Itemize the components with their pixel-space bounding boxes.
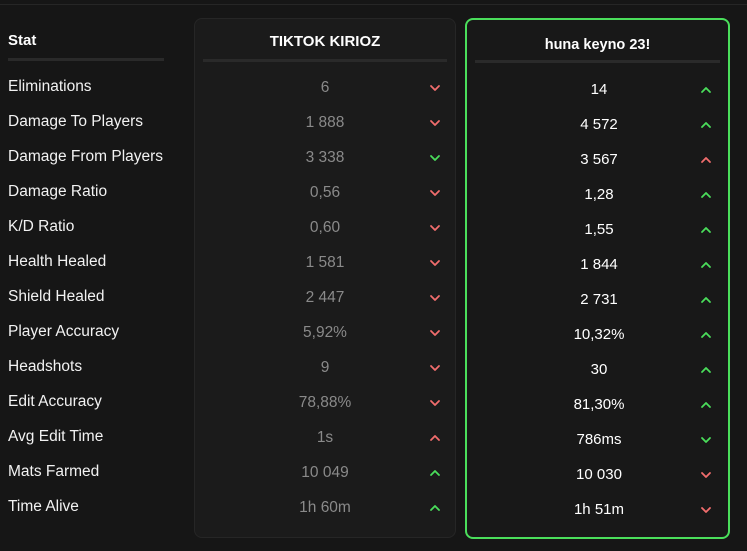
stat-value: 1h 51m	[573, 501, 625, 518]
chevron-down-icon	[700, 469, 712, 481]
stat-row: 81,30%	[467, 395, 729, 415]
chevron-up-icon	[700, 224, 712, 236]
stat-value: 0,56	[309, 184, 341, 201]
chevron-up-icon	[700, 294, 712, 306]
stat-label: Avg Edit Time	[8, 428, 104, 445]
chevron-down-icon	[429, 222, 441, 234]
stat-row: 2 447	[195, 288, 457, 308]
stat-value: 2 447	[305, 289, 345, 306]
player-panel-tiktok-kirioz: TIKTOK KIRIOZ 6 1 888 3 338 0,56 0,60 1 581 2 …	[194, 18, 456, 538]
chevron-down-icon	[429, 292, 441, 304]
stat-row: 6	[195, 78, 457, 98]
stat-label: Shield Healed	[8, 288, 105, 305]
stat-row: 14	[467, 80, 729, 100]
stat-label: Health Healed	[8, 253, 107, 270]
stat-row: 3 567	[467, 150, 729, 170]
chevron-up-icon	[700, 84, 712, 96]
chevron-up-icon	[700, 259, 712, 271]
stat-label: Time Alive	[8, 498, 79, 515]
stat-value: 1 581	[305, 254, 345, 271]
stat-value: 0,60	[309, 219, 341, 236]
stat-column-header: Stat	[8, 18, 164, 61]
stat-value: 1 888	[305, 114, 345, 131]
chevron-down-icon	[429, 327, 441, 339]
stat-row: 1 888	[195, 113, 457, 133]
stat-label: K/D Ratio	[8, 218, 75, 235]
player-panel-huna-keyno: huna keyno 23! 14 4 572 3 567 1,28 1,55 1 844…	[465, 18, 730, 539]
player-name-header: TIKTOK KIRIOZ	[203, 19, 447, 62]
stat-label: Mats Farmed	[8, 463, 100, 480]
stat-row: 4 572	[467, 115, 729, 135]
stat-value: 3 567	[580, 151, 618, 168]
stat-row: 1 581	[195, 253, 457, 273]
stat-value: 30	[590, 361, 608, 378]
stat-label: Player Accuracy	[8, 323, 120, 340]
stat-row: 1 844	[467, 255, 729, 275]
chevron-up-icon	[700, 189, 712, 201]
chevron-up-icon	[700, 364, 712, 376]
stat-row: 0,60	[195, 218, 457, 238]
chevron-up-icon	[429, 432, 441, 444]
stat-row: 786ms	[467, 430, 729, 450]
stat-value: 4 572	[580, 116, 618, 133]
stat-value: 10 049	[301, 464, 349, 481]
chevron-down-icon	[700, 434, 712, 446]
stat-value: 78,88%	[298, 394, 352, 411]
stat-row: 0,56	[195, 183, 457, 203]
chevron-down-icon	[700, 504, 712, 516]
chevron-down-icon	[429, 257, 441, 269]
stat-value: 5,92%	[303, 324, 347, 341]
stat-label: Damage To Players	[8, 113, 143, 130]
chevron-up-icon	[429, 502, 441, 514]
stat-label: Eliminations	[8, 78, 92, 95]
stat-label: Edit Accuracy	[8, 393, 102, 410]
stat-row: 5,92%	[195, 323, 457, 343]
stat-value: 1s	[316, 429, 334, 446]
stat-label: Headshots	[8, 358, 83, 375]
stat-row: 10 030	[467, 465, 729, 485]
stat-value: 1h 60m	[299, 499, 351, 516]
stat-row: 1,55	[467, 220, 729, 240]
stat-row: 3 338	[195, 148, 457, 168]
stat-value: 6	[320, 79, 330, 96]
chevron-up-icon	[429, 467, 441, 479]
stat-row: 1h 51m	[467, 500, 729, 520]
stat-value: 10,32%	[573, 326, 625, 343]
stat-value: 9	[320, 359, 330, 376]
chevron-down-icon	[429, 187, 441, 199]
stat-label-column: Stat Eliminations Damage To Players Damage…	[8, 18, 164, 515]
stat-value: 81,30%	[573, 396, 625, 413]
chevron-down-icon	[429, 397, 441, 409]
stat-row: 10,32%	[467, 325, 729, 345]
stat-label: Damage From Players	[8, 148, 164, 165]
player-name-header: huna keyno 23!	[475, 20, 720, 63]
stat-row: 10 049	[195, 463, 457, 483]
chevron-up-icon	[700, 154, 712, 166]
chevron-down-icon	[429, 82, 441, 94]
stat-value: 3 338	[305, 149, 345, 166]
stat-row: 9	[195, 358, 457, 378]
chevron-up-icon	[700, 399, 712, 411]
stat-value: 1,55	[584, 221, 614, 238]
stat-label: Damage Ratio	[8, 183, 108, 200]
stat-row: 1h 60m	[195, 498, 457, 518]
top-divider	[0, 4, 747, 5]
stat-value: 2 731	[580, 291, 618, 308]
chevron-down-icon	[429, 362, 441, 374]
chevron-down-icon	[429, 152, 441, 164]
stat-row: 78,88%	[195, 393, 457, 413]
stat-row: 30	[467, 360, 729, 380]
stat-value: 786ms	[576, 431, 622, 448]
stat-row: 1,28	[467, 185, 729, 205]
stat-value: 14	[590, 81, 608, 98]
stat-value: 1 844	[580, 256, 618, 273]
stat-row: 2 731	[467, 290, 729, 310]
chevron-down-icon	[429, 117, 441, 129]
stat-value: 1,28	[584, 186, 614, 203]
chevron-up-icon	[700, 119, 712, 131]
stat-row: 1s	[195, 428, 457, 448]
stat-value: 10 030	[576, 466, 622, 483]
chevron-up-icon	[700, 329, 712, 341]
